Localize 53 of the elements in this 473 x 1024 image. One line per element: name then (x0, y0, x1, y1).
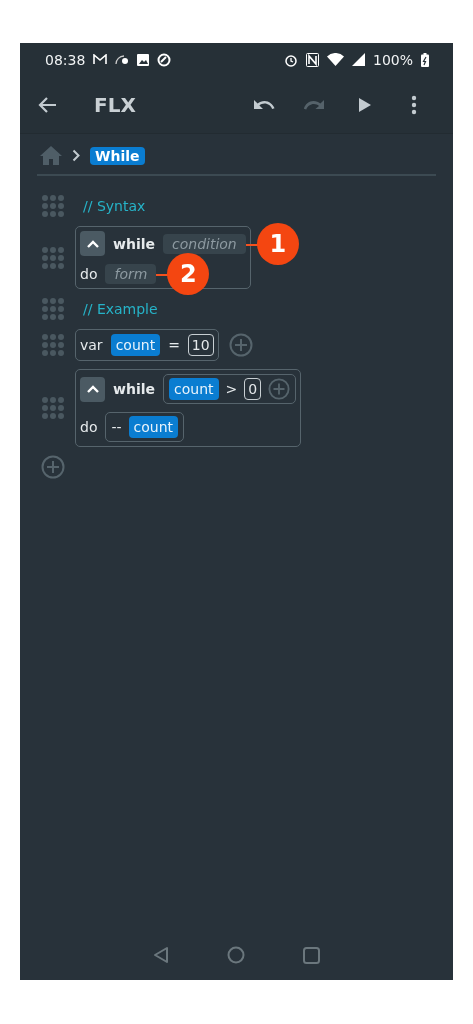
literal-token[interactable]: 0 (244, 378, 262, 400)
drag-handle-icon[interactable] (41, 297, 65, 321)
drag-handle-icon[interactable] (41, 396, 65, 420)
collapse-button[interactable] (80, 231, 105, 256)
back-nav-icon[interactable] (153, 946, 169, 964)
status-time: 08:38 (45, 51, 86, 68)
operator: > (225, 381, 238, 397)
add-icon[interactable] (268, 378, 291, 400)
drag-handle-icon[interactable] (41, 194, 65, 218)
breadcrumb-current[interactable]: While (90, 146, 145, 165)
more-icon (411, 94, 417, 115)
collapse-button[interactable] (80, 376, 105, 402)
keyword: while (113, 235, 155, 252)
literal-token[interactable]: 10 (187, 334, 214, 356)
operator: = (168, 337, 180, 353)
cell-signal-icon (351, 53, 365, 66)
caret-icon (86, 385, 99, 393)
app-title: FLX (94, 92, 136, 117)
add-icon[interactable] (228, 333, 253, 357)
keyword: while (113, 381, 155, 397)
leader-line (245, 243, 258, 246)
nfc-icon (305, 52, 319, 67)
home-nav-icon[interactable] (227, 946, 245, 964)
keyword: var (80, 337, 103, 353)
symbol-token[interactable]: count (128, 416, 179, 438)
callout-badge: 1 (256, 222, 299, 265)
battery-icon (421, 52, 429, 67)
recents-nav-icon[interactable] (303, 946, 320, 964)
circle-icon (157, 52, 172, 67)
drag-handle-icon[interactable] (41, 245, 65, 270)
caret-icon (86, 239, 99, 248)
keyword: do (80, 419, 98, 435)
wireless-icon (115, 54, 130, 65)
symbol-token[interactable]: count (110, 334, 161, 356)
back-arrow-icon[interactable] (38, 94, 58, 115)
callout-badge: 2 (167, 253, 210, 295)
placeholder-slot[interactable]: condition (163, 233, 246, 254)
placeholder-slot[interactable]: form (105, 264, 157, 284)
battery-level: 100% (372, 51, 413, 68)
drag-handle-icon[interactable] (41, 333, 65, 357)
keyword: do (80, 266, 98, 282)
operator: -- (111, 419, 122, 435)
comment-text: // Example (83, 301, 158, 317)
leader-line (156, 274, 169, 276)
mail-icon (93, 54, 108, 65)
home-icon[interactable] (40, 146, 62, 165)
comment-text: // Syntax (83, 198, 146, 214)
wifi-icon (326, 53, 344, 66)
alarm-icon (283, 52, 298, 67)
add-icon[interactable] (41, 455, 65, 479)
symbol-token[interactable]: count (169, 378, 219, 400)
image-icon (137, 53, 150, 66)
chevron-icon (72, 149, 80, 162)
